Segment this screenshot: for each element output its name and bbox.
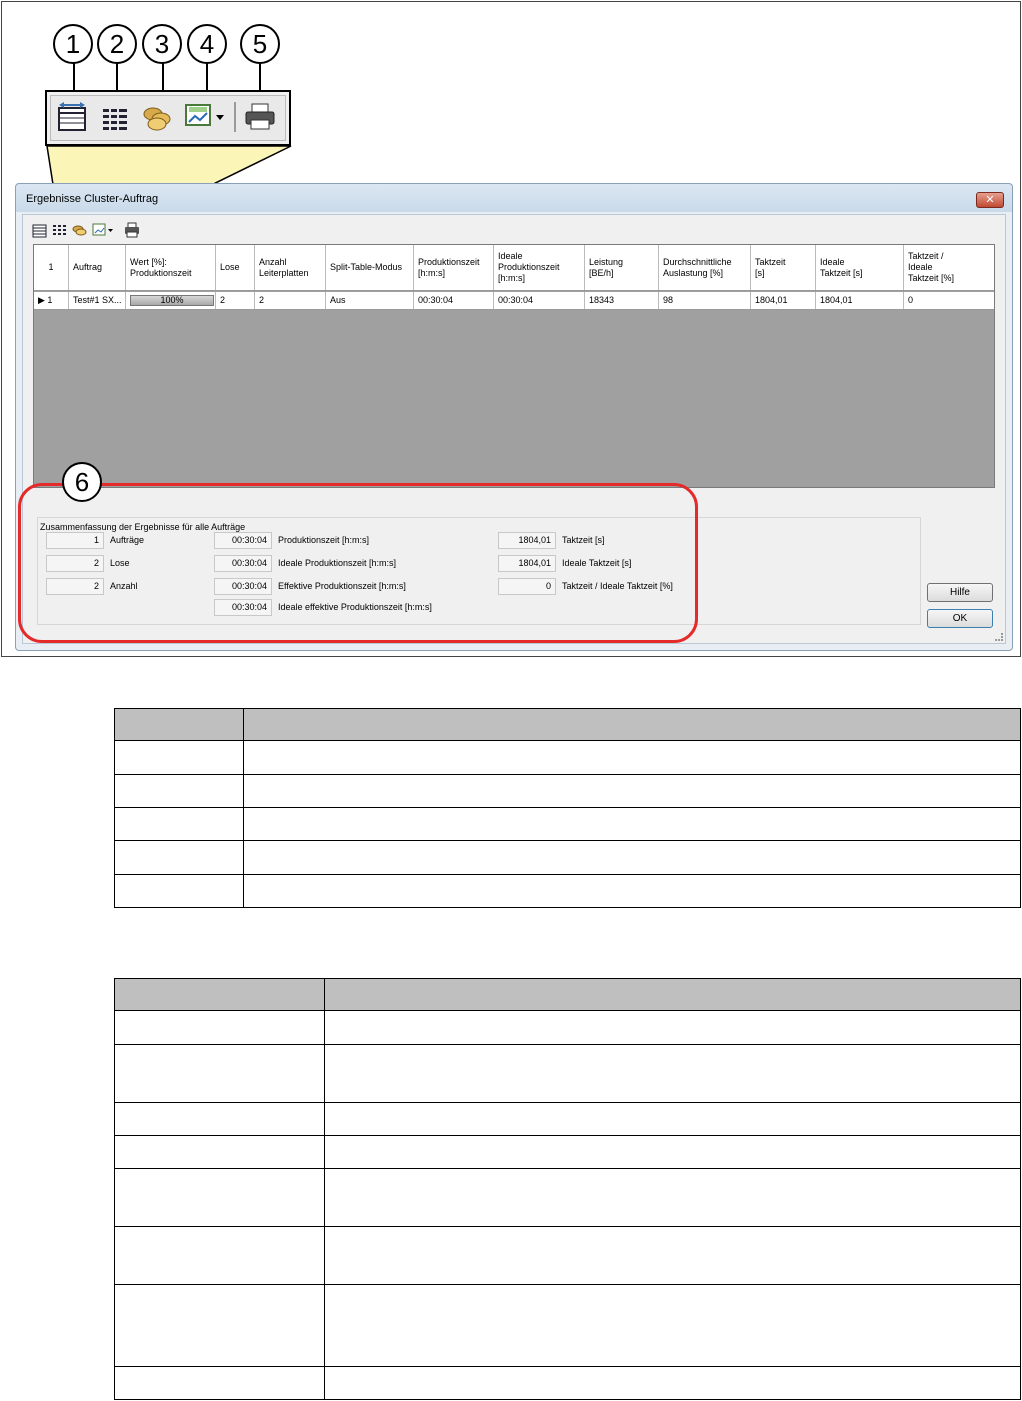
column-header[interactable]: Durchschnittliche Auslastung [%] <box>659 245 751 290</box>
cluster-orders-icon[interactable] <box>141 102 175 132</box>
column-header[interactable]: Leistung [BE/h] <box>585 245 659 290</box>
table-row <box>114 1044 1021 1103</box>
table-cell[interactable]: Aus <box>326 292 414 309</box>
table-cell <box>114 1168 325 1227</box>
table-cell <box>114 1010 325 1045</box>
column-header[interactable]: Taktzeit [s] <box>751 245 816 290</box>
table-row <box>114 740 1021 775</box>
table-cell <box>114 1226 325 1285</box>
table-cell <box>324 1010 1021 1045</box>
table-header-cell <box>324 978 1021 1011</box>
table-cell[interactable]: 00:30:04 <box>494 292 585 309</box>
row-indicator: ▶ 1 <box>34 292 69 309</box>
table-cell[interactable]: 98 <box>659 292 751 309</box>
table-cell <box>324 1226 1021 1285</box>
list-view-icon[interactable] <box>51 222 68 238</box>
progress-cell[interactable]: 100% <box>126 292 216 309</box>
table-header-row <box>114 978 1021 1011</box>
table-cell <box>114 807 244 841</box>
table-header-cell <box>114 708 244 741</box>
table-cell[interactable]: 1804,01 <box>816 292 904 309</box>
table-cell <box>324 1284 1021 1367</box>
table-cell[interactable]: 00:30:04 <box>414 292 494 309</box>
table-cell <box>114 840 244 875</box>
table-row <box>114 840 1021 875</box>
column-header[interactable]: Auftrag <box>69 245 126 290</box>
grid-corner: 1 <box>34 245 69 290</box>
table-cell[interactable]: 1804,01 <box>751 292 816 309</box>
progress-bar: 100% <box>130 295 214 306</box>
table-cell[interactable]: 2 <box>255 292 326 309</box>
table-cell <box>243 874 1021 908</box>
table-row <box>114 1010 1021 1045</box>
table-cell <box>114 1135 325 1169</box>
resize-grip[interactable] <box>995 633 1003 641</box>
column-header[interactable]: Lose <box>216 245 255 290</box>
table-cell <box>114 1366 325 1400</box>
cluster-orders-icon[interactable] <box>71 222 88 238</box>
column-header[interactable]: Wert [%]: Produktionszeit <box>126 245 216 290</box>
print-icon[interactable] <box>123 222 140 238</box>
column-width-icon[interactable] <box>55 102 89 132</box>
table-cell <box>324 1168 1021 1227</box>
table-row <box>114 807 1021 841</box>
column-header[interactable]: Produktionszeit [h:m:s] <box>414 245 494 290</box>
table-header-cell <box>243 708 1021 741</box>
table-cell <box>114 774 244 808</box>
table-row <box>114 1102 1021 1136</box>
close-button[interactable]: ✕ <box>976 192 1004 208</box>
dialog-title: Ergebnisse Cluster-Auftrag <box>26 193 159 205</box>
chart-dropdown-icon[interactable] <box>91 222 115 238</box>
zoomed-toolbar <box>45 90 291 146</box>
table-row <box>114 1135 1021 1169</box>
column-header[interactable]: Taktzeit / Ideale Taktzeit [%] <box>904 245 994 290</box>
table-cell <box>243 807 1021 841</box>
table-cell[interactable]: Test#1 SX... <box>69 292 126 309</box>
results-grid: 1 Auftrag Wert [%]: Produktionszeit Lose… <box>33 244 995 488</box>
table-cell <box>114 1102 325 1136</box>
table-row <box>114 1226 1021 1285</box>
list-view-icon[interactable] <box>99 102 133 132</box>
table-cell <box>324 1366 1021 1400</box>
table-cell <box>243 740 1021 775</box>
table-cell[interactable]: 18343 <box>585 292 659 309</box>
table-row <box>114 1168 1021 1227</box>
column-header[interactable]: Split-Table-Modus <box>326 245 414 290</box>
table-row <box>114 1284 1021 1367</box>
chart-dropdown-icon[interactable] <box>183 102 227 132</box>
legend-table-toolbar <box>114 708 1021 908</box>
dialog-toolbar <box>31 219 161 241</box>
table-header-row <box>114 708 1021 741</box>
table-header-cell <box>114 978 325 1011</box>
column-header[interactable]: Anzahl Leiterplatten <box>255 245 326 290</box>
screenshot-figure: 1 2 3 4 5 Ergebnisse Cluster-Auftrag ✕ 1… <box>1 1 1021 657</box>
table-cell <box>324 1102 1021 1136</box>
grid-header: 1 Auftrag Wert [%]: Produktionszeit Lose… <box>34 245 994 291</box>
table-cell <box>114 1044 325 1103</box>
column-header[interactable]: Ideale Produktionszeit [h:m:s] <box>494 245 585 290</box>
table-cell <box>114 740 244 775</box>
table-cell <box>243 774 1021 808</box>
ok-button[interactable]: OK <box>927 609 993 628</box>
table-cell <box>114 874 244 908</box>
summary-highlight <box>18 483 698 643</box>
print-icon[interactable] <box>243 102 277 132</box>
table-cell[interactable]: 2 <box>216 292 255 309</box>
table-cell <box>324 1044 1021 1103</box>
toolbar-separator <box>234 102 236 132</box>
column-header[interactable]: Ideale Taktzeit [s] <box>816 245 904 290</box>
table-cell <box>114 1284 325 1367</box>
table-row[interactable]: ▶ 1 Test#1 SX... 100% 2 2 Aus 00:30:04 0… <box>34 292 994 310</box>
callout-6: 6 <box>62 462 102 502</box>
table-cell <box>243 840 1021 875</box>
help-button[interactable]: Hilfe <box>927 583 993 602</box>
table-row <box>114 774 1021 808</box>
legend-table-summary <box>114 978 1021 1400</box>
column-width-icon[interactable] <box>31 222 48 238</box>
table-cell <box>324 1135 1021 1169</box>
table-row <box>114 1366 1021 1400</box>
table-cell[interactable]: 0 <box>904 292 994 309</box>
table-row <box>114 874 1021 908</box>
